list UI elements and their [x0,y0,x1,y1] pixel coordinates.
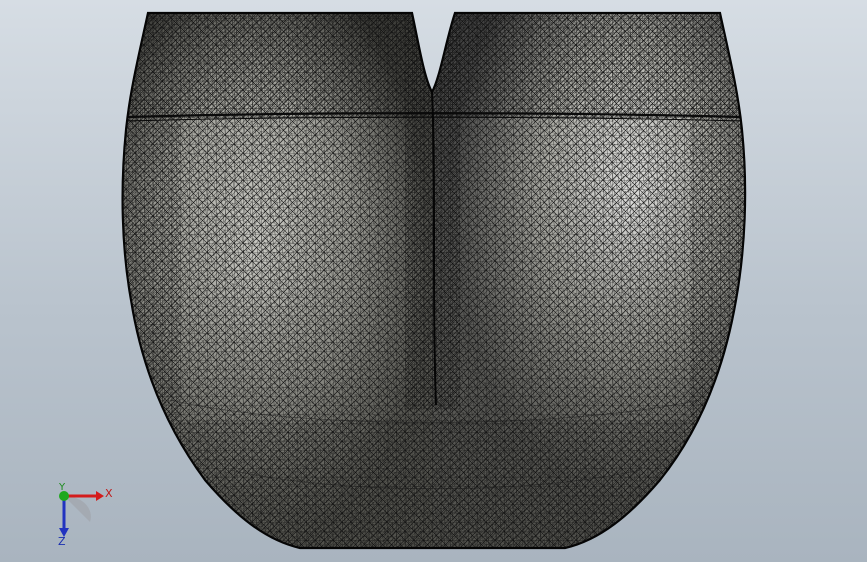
triad-shadow-icon [64,496,91,522]
coordinate-triad: X Y Z [58,482,113,546]
graphics-viewport[interactable]: X Y Z [0,0,867,562]
x-arrow-icon [96,491,104,501]
y-axis-label: Y [58,482,66,493]
z-axis-label: Z [58,535,66,546]
x-axis-label: X [105,487,113,500]
meshed-vessel-model[interactable] [0,0,867,562]
